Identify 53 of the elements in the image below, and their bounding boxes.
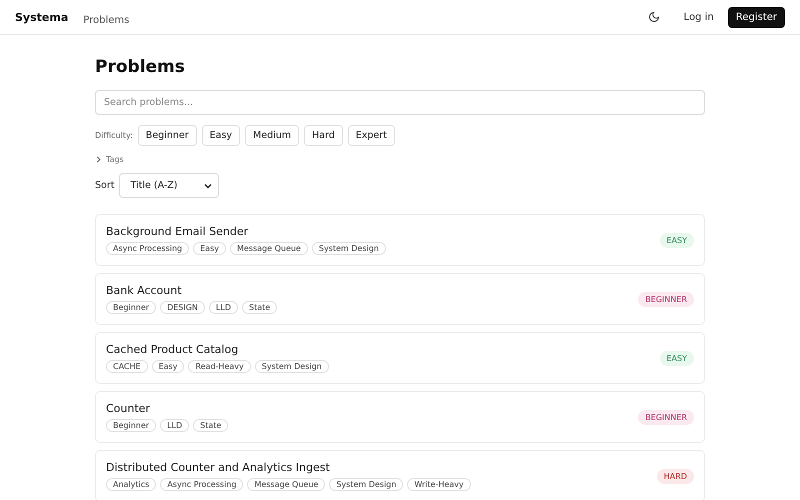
tag-chip: Easy <box>193 242 226 255</box>
difficulty-badge: HARD <box>656 468 694 484</box>
nav-link[interactable]: Problems <box>83 14 130 26</box>
problem-title: Bank Account <box>106 284 183 297</box>
tag-chip: Write-Heavy <box>407 478 471 491</box>
difficulty-badge: BEGINNER <box>638 410 694 424</box>
problem-title: Background Email Sender <box>106 225 250 238</box>
tag-chip: LLD <box>208 301 238 314</box>
register-button[interactable]: Register <box>728 6 785 28</box>
problem-card[interactable]: Cached Product Catalog CACHE Easy Read-Heavy System Design EASY <box>95 332 705 384</box>
problem-title: Counter <box>106 402 151 415</box>
tag-chip: Message Queue <box>230 242 308 255</box>
problem-card[interactable]: Bank Account Beginner DESIGN LLD State BEGINNER <box>95 273 705 325</box>
tag-chip: Easy <box>152 360 184 373</box>
difficulty-badge: EASY <box>660 350 694 366</box>
difficulty-badge: EASY <box>660 232 694 248</box>
difficulty-option[interactable]: Hard <box>304 125 343 146</box>
tag-chip: LLD <box>160 419 190 432</box>
tag-chip: System Design <box>329 478 404 491</box>
difficulty-label: Difficulty: <box>95 131 133 140</box>
tag-chip: System Design <box>312 242 386 255</box>
tag-chip: Async Processing <box>160 478 244 491</box>
chevron-icon <box>95 156 102 163</box>
tag-chip: State <box>242 301 278 314</box>
brand-logo[interactable]: Systema <box>15 10 68 24</box>
tag-chip: Read-Heavy <box>188 360 251 373</box>
tag-chip: Beginner <box>106 419 156 432</box>
sort-dropdown[interactable]: Title (A-Z) <box>119 173 220 198</box>
search-field[interactable]: Search problems... <box>95 90 705 115</box>
tag-chip: System Design <box>254 360 329 373</box>
sort-label: Sort <box>95 180 114 191</box>
difficulty-option[interactable]: Easy <box>202 125 240 146</box>
problem-title: Cached Product Catalog <box>106 343 240 356</box>
tag-chip: Beginner <box>106 301 156 314</box>
problem-card[interactable]: Distributed Counter and Analytics Ingest Analytics Async Processing Message Queue System Design Write-Heavy HARD <box>95 450 705 500</box>
tag-chip: Analytics <box>106 478 156 491</box>
difficulty-badge: BEGINNER <box>638 292 694 306</box>
tag-chip: State <box>193 419 228 432</box>
moon-icon[interactable] <box>648 11 660 23</box>
tag-chip: DESIGN <box>160 301 205 314</box>
login-link[interactable]: Log in <box>680 8 718 26</box>
problem-card[interactable]: Background Email Sender Async Processing Easy Message Queue System Design EASY <box>95 214 705 266</box>
problem-card[interactable]: Counter Beginner LLD State BEGINNER <box>95 391 705 443</box>
tag-chip: Message Queue <box>247 478 326 491</box>
difficulty-option[interactable]: Expert <box>348 125 395 146</box>
page-title: Problems <box>95 57 186 77</box>
difficulty-option[interactable]: Medium <box>245 125 300 146</box>
chevron-down-icon <box>204 182 212 190</box>
tag-chip: CACHE <box>106 360 148 373</box>
tags-toggle[interactable]: Tags <box>95 155 124 164</box>
difficulty-option[interactable]: Beginner <box>138 125 197 146</box>
problem-title: Distributed Counter and Analytics Ingest <box>106 461 331 474</box>
tag-chip: Async Processing <box>106 242 190 255</box>
